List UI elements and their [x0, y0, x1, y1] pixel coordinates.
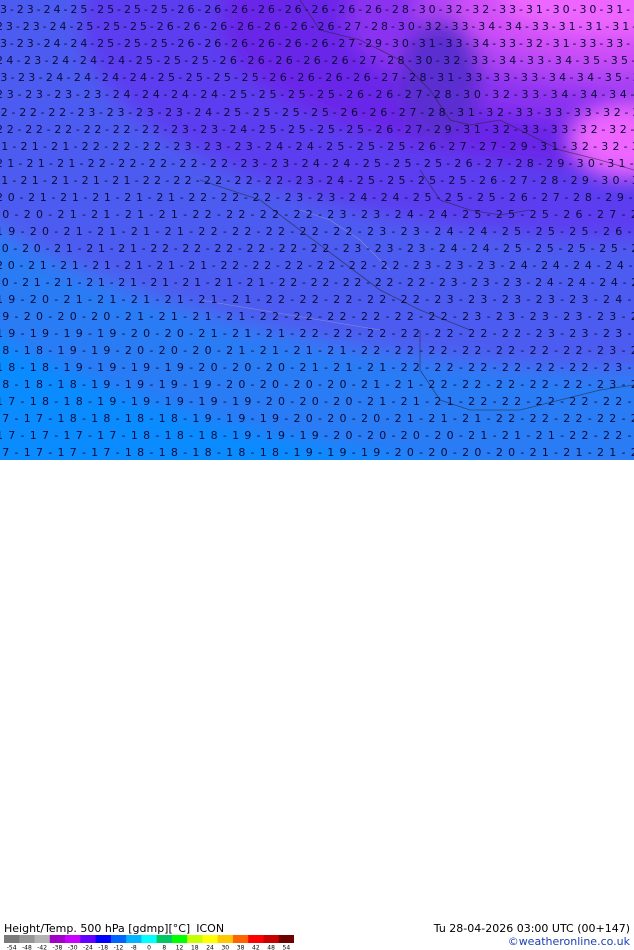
parameter-label: Height/Temp. 500 hPa [gdmp][°C] [4, 922, 190, 935]
colorbar-swatch [141, 935, 157, 943]
colorbar-swatch [172, 935, 188, 943]
colorbar-swatch [233, 935, 249, 943]
colorbar-swatch [35, 935, 51, 943]
colorbar-label: -54 [7, 945, 17, 950]
colorbar-swatch [279, 935, 294, 943]
colorbar-label: 54 [283, 945, 291, 950]
contour-label-row: 23-23-23-23-24-24-24-24-25-25-25-25-26-2… [0, 88, 634, 101]
colorbar-label: -8 [131, 945, 137, 950]
colorbar-label: 24 [206, 945, 214, 950]
colorbar-swatch [187, 935, 203, 943]
colorbar-swatch [80, 935, 96, 943]
colorbar-label: 0 [147, 945, 151, 950]
colorbar-label: 42 [252, 945, 260, 950]
contour-label-row: 22-22-22-23-23-23-23-24-25-25-25-25-26-2… [0, 106, 634, 119]
colorbar-label: 30 [221, 945, 229, 950]
colorbar-swatch [202, 935, 218, 943]
contour-label-row: 24-23-24-24-24-25-25-25-26-26-26-26-26-2… [0, 54, 634, 67]
map-title: Height/Temp. 500 hPa [gdmp][°C] ICON [4, 922, 224, 935]
colorbar-swatch [96, 935, 112, 943]
colorbar-swatch [4, 935, 20, 943]
colorbar-label: 12 [176, 945, 184, 950]
colorbar-swatch [218, 935, 234, 943]
colorbar-label: 18 [191, 945, 199, 950]
colorbar-label: -42 [37, 945, 47, 950]
valid-time: Tu 28-04-2026 03:00 UTC (00+147) [434, 922, 630, 935]
colorbar: -54 -48 -42 -38 -30 -24 -18 -12 -8 0 8 12 18 24 30 38 42… [4, 935, 294, 950]
colorbar-label: -18 [98, 945, 108, 950]
colorbar-label: 8 [162, 945, 166, 950]
model-label: ICON [196, 922, 224, 935]
colorbar-label: -38 [53, 945, 63, 950]
credit-link[interactable]: ©weatheronline.co.uk [508, 935, 630, 948]
colorbar-label: 38 [237, 945, 245, 950]
colorbar-swatch [248, 935, 264, 943]
weather-map: 23-23-24-25-25-25-25-26-26-26-26-26-26-2… [0, 0, 634, 460]
colorbar-swatch [111, 935, 127, 943]
colorbar-label: -48 [22, 945, 32, 950]
colorbar-swatch [65, 935, 81, 943]
footer: Height/Temp. 500 hPa [gdmp][°C]ICON Tu 2… [0, 460, 634, 490]
colorbar-swatch [50, 935, 66, 943]
colorbar-label: -30 [68, 945, 78, 950]
colorbar-label: -12 [114, 945, 124, 950]
colorbar-swatch [157, 935, 173, 943]
colorbar-label: 48 [267, 945, 275, 950]
colorbar-label: -24 [83, 945, 93, 950]
colorbar-swatch [19, 935, 35, 943]
colorbar-swatch [126, 935, 142, 943]
contour-label-row: 22-22-22-22-22-22-23-23-24-25-25-25-25-2… [0, 123, 634, 136]
colorbar-swatch [263, 935, 279, 943]
